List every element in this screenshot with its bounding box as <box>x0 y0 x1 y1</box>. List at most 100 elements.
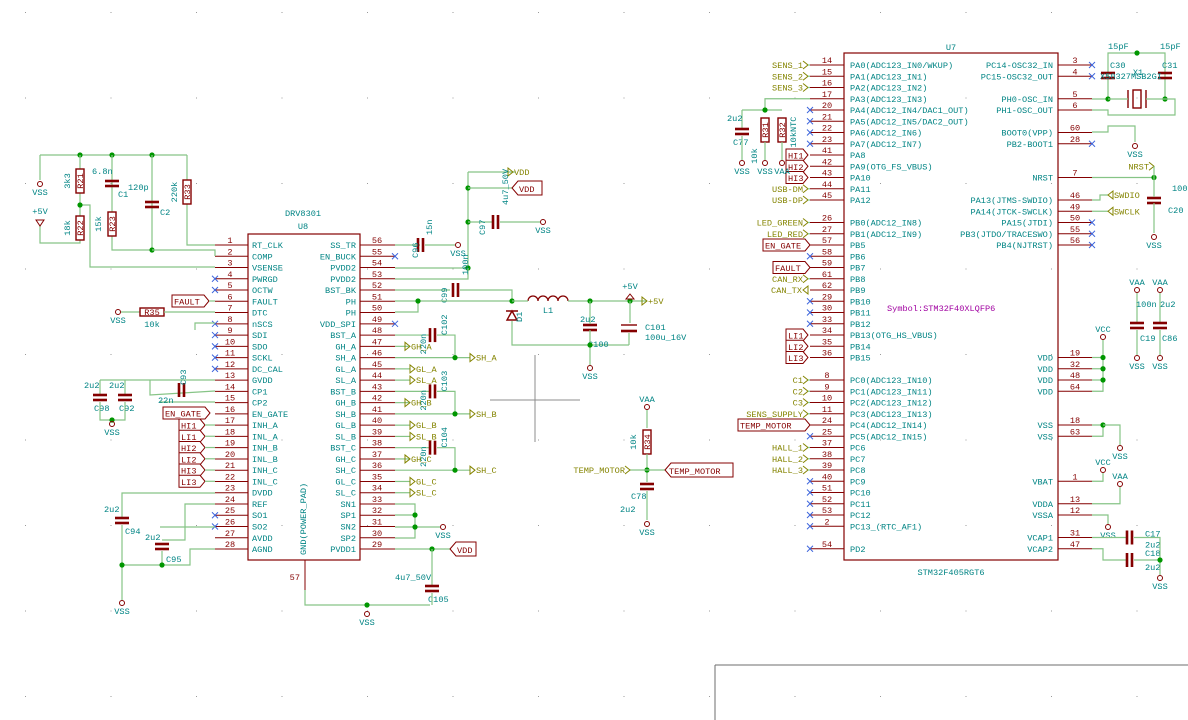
component-value: 15pF <box>1160 42 1181 52</box>
pin-name: PB2-BOOT1 <box>1007 140 1053 150</box>
grid-dot <box>709 12 710 13</box>
pin-number: 53 <box>822 506 832 516</box>
net-label: LED_RED <box>767 230 803 240</box>
pin-number: 58 <box>822 247 832 257</box>
pin-name: PB10 <box>850 297 871 307</box>
component-value: 2u2 <box>580 315 595 325</box>
net-label: CAN_RX <box>772 275 803 285</box>
component-value: 6.8n <box>92 167 113 177</box>
wire <box>460 289 513 300</box>
pin-number: 10 <box>822 394 832 404</box>
pin-name: SDO <box>252 342 267 352</box>
grid-dot <box>538 696 539 697</box>
grid-dot <box>965 354 967 355</box>
grid-dot <box>110 439 112 441</box>
net-label: GH_B <box>411 399 432 409</box>
pin-number: 56 <box>372 236 382 246</box>
label-arrow-icon <box>1107 189 1114 201</box>
part-ref: U8 <box>298 222 308 232</box>
label-arrow-icon <box>802 443 809 452</box>
pin-name: SN2 <box>341 523 356 533</box>
component-ref: R35 <box>144 308 159 318</box>
junction-dot <box>364 602 370 608</box>
component-value: 15n <box>425 220 435 235</box>
component-ref: C19 <box>1140 334 1155 344</box>
pin-number: 60 <box>1070 124 1080 134</box>
net-label: NRST <box>1128 162 1149 172</box>
power-port-icon <box>37 181 43 187</box>
grid-dot <box>452 183 454 184</box>
net-label: SENS_3 <box>772 84 803 94</box>
power-port-icon <box>1134 355 1140 361</box>
grid-dot <box>25 12 26 13</box>
label-arrow-icon <box>802 218 809 227</box>
pin-number: 7 <box>227 304 232 314</box>
power-symbol-vss: VSS <box>1152 582 1167 592</box>
power-symbol-vss: VSS <box>1127 150 1142 160</box>
wire <box>1103 424 1121 445</box>
pin-name: PA10 <box>850 174 871 184</box>
grid-dot <box>25 97 26 99</box>
junction-dot <box>1134 50 1140 56</box>
grid-dot <box>880 12 881 13</box>
grid-dot <box>281 97 283 99</box>
component-value: 100n <box>461 254 471 275</box>
pin-number: 13 <box>225 371 235 381</box>
net-label: SH_C <box>476 466 497 476</box>
pin-number: 45 <box>822 191 832 201</box>
grid-dot <box>367 97 368 99</box>
component-value: 2u2 <box>1145 563 1160 573</box>
grid-dot <box>196 696 197 697</box>
grid-dot <box>1051 696 1052 697</box>
grid-dot <box>25 354 26 355</box>
wire <box>764 98 810 110</box>
schematic-canvas[interactable]: DRV8301 U8 1 RT_CLK 2 COMP 3 VSENSE 4 PWRGD 5 OCTW 6… <box>0 0 1188 720</box>
pin-name: GL_B <box>335 421 356 431</box>
junction-dot <box>452 411 458 417</box>
pin-name: PB13(OTG_HS_VBUS) <box>850 331 938 341</box>
power-port-icon <box>1134 287 1140 293</box>
grid-dot <box>25 610 26 612</box>
pin-name: VSENSE <box>252 264 283 274</box>
power-port-icon <box>1132 143 1138 149</box>
pin-name: GND(POWER_PAD) <box>299 483 309 555</box>
pin-number: 8 <box>227 315 232 325</box>
pin-number: 37 <box>372 450 382 460</box>
pin-number: 11 <box>822 405 832 415</box>
power-symbol-vcc: VCC <box>1095 458 1110 468</box>
pin-name: VCAP1 <box>1027 534 1053 544</box>
pin-name: PC14-OSC32_IN <box>986 61 1053 71</box>
component-value: 2u2 <box>84 381 99 391</box>
pin-number: 8 <box>824 371 829 381</box>
pin-name: GH_B <box>335 399 356 409</box>
pin-number: 5 <box>1072 90 1077 100</box>
power-port-icon <box>364 611 370 617</box>
label-arrow-icon <box>802 375 809 385</box>
pin-number: 40 <box>372 416 382 426</box>
pin-number: 38 <box>372 439 382 449</box>
pin-number: 40 <box>822 472 832 482</box>
pin-name: PB11 <box>850 309 871 319</box>
grid-dot <box>880 268 881 270</box>
hier-label: EN_GATE <box>765 242 801 252</box>
wire <box>1092 194 1108 201</box>
pin-number: 50 <box>1070 214 1080 224</box>
grid-dot <box>965 525 967 526</box>
pin-number: 3 <box>1072 56 1077 66</box>
pin-name: BST_B <box>330 387 356 397</box>
power-symbol-vss: VSS <box>110 316 125 326</box>
pin-name: SL_C <box>335 489 356 499</box>
grid-dot <box>110 12 112 13</box>
grid-dot <box>1051 525 1052 526</box>
pin-name: INL_C <box>252 477 278 487</box>
pin-number: 54 <box>822 540 832 550</box>
net-label: LED_GREEN <box>757 219 803 229</box>
label-arrow-icon <box>1148 161 1155 171</box>
grid-dot <box>709 525 710 526</box>
component-ref: C105 <box>428 595 449 605</box>
component-ref: C2 <box>160 208 170 218</box>
grid-dot <box>110 268 112 270</box>
power-arrow-icon <box>35 219 45 227</box>
pin-number: 2 <box>824 517 829 527</box>
pin-name: GVDD <box>252 376 273 386</box>
